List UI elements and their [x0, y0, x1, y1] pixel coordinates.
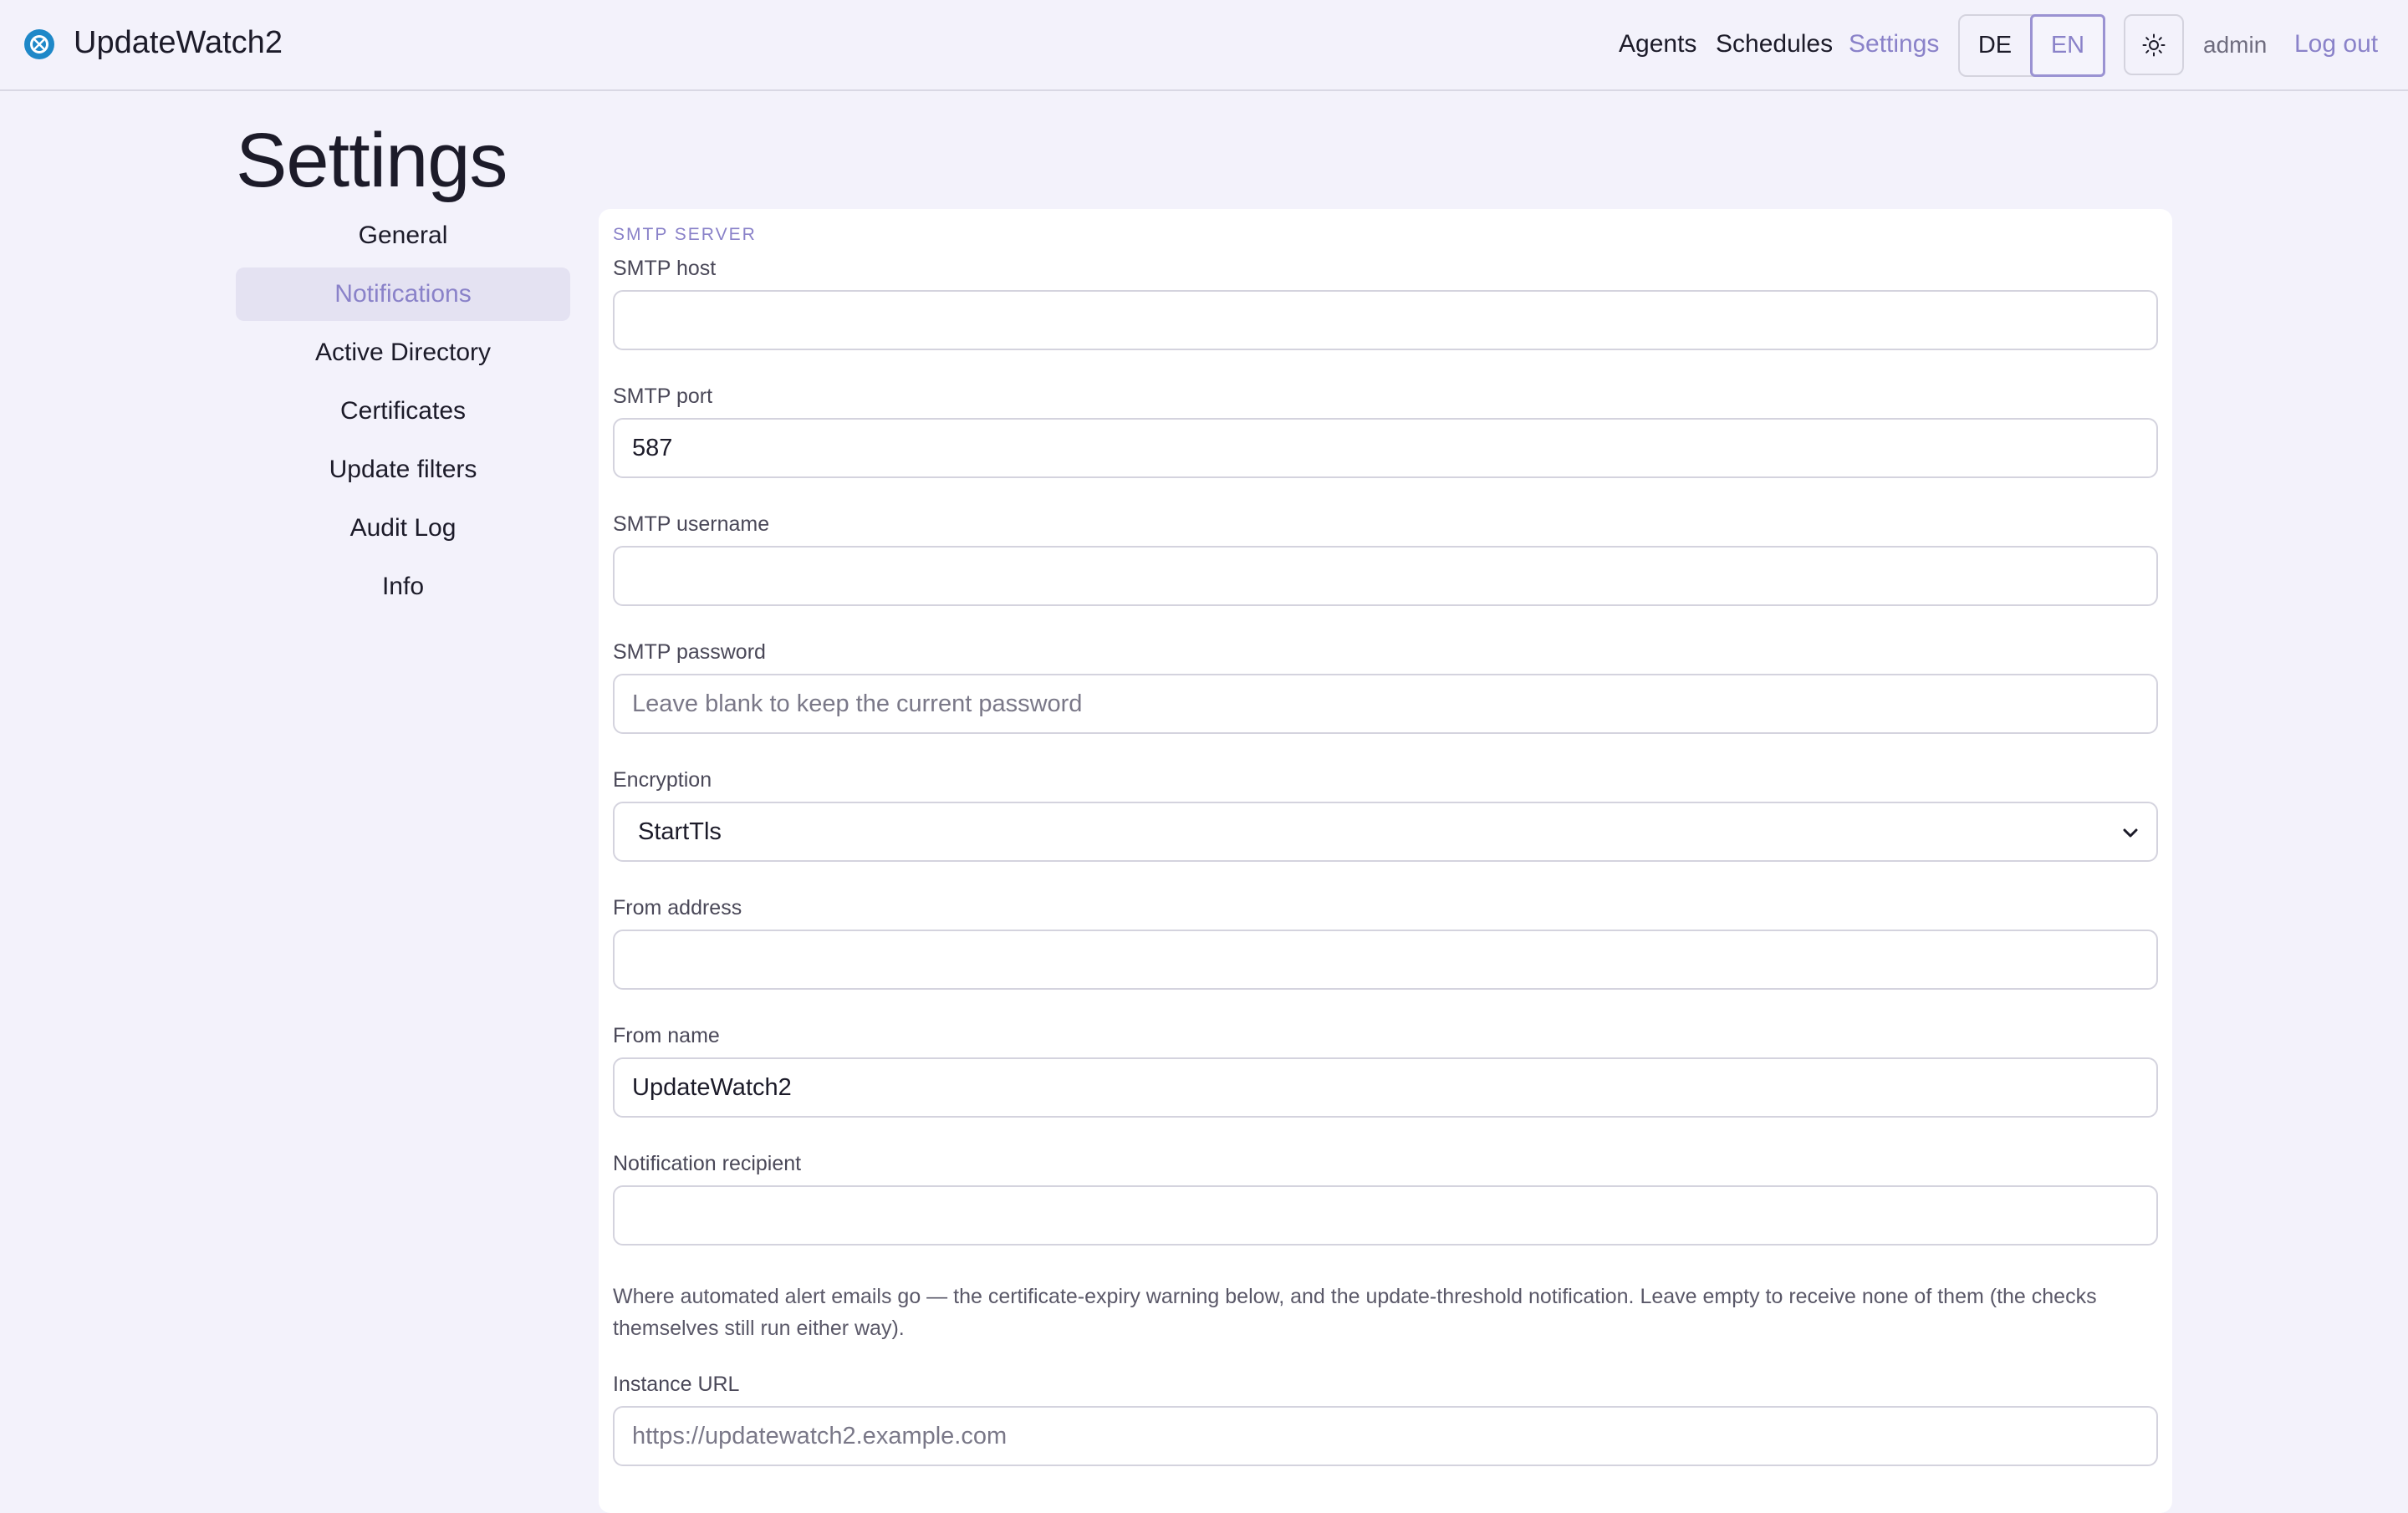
sun-icon: [2142, 33, 2166, 56]
from-address-input[interactable]: [613, 930, 2158, 990]
page-title: Settings: [236, 118, 508, 203]
smtp-host-label: SMTP host: [613, 257, 717, 280]
instance-url-group: Instance URL: [613, 1373, 2158, 1466]
instance-url-input[interactable]: [613, 1406, 2158, 1466]
from-address-label: From address: [613, 896, 742, 920]
smtp-username-input[interactable]: [613, 546, 2158, 606]
current-user: admin: [2203, 32, 2268, 58]
notification-recipient-help: Where automated alert emails go — the ce…: [613, 1285, 2097, 1340]
sidebar-item-general[interactable]: General: [236, 209, 570, 262]
nav-settings[interactable]: Settings: [1849, 30, 1939, 59]
instance-url-label: Instance URL: [613, 1373, 740, 1396]
section-heading: SMTP SERVER: [613, 225, 757, 244]
notification-recipient-input[interactable]: [613, 1185, 2158, 1246]
encryption-group: Encryption StartTls: [613, 768, 2158, 862]
language-en-button[interactable]: EN: [2030, 14, 2105, 77]
encryption-select-wrap: StartTls: [613, 802, 2158, 862]
theme-toggle-button[interactable]: [2124, 14, 2184, 75]
smtp-host-group: SMTP host: [613, 257, 2158, 350]
smtp-port-label: SMTP port: [613, 385, 713, 408]
from-name-label: From name: [613, 1024, 720, 1047]
nav-agents[interactable]: Agents: [1619, 30, 1696, 59]
logout-link[interactable]: Log out: [2294, 30, 2378, 59]
encryption-label: Encryption: [613, 768, 712, 792]
top-navbar: UpdateWatch2 Agents Schedules Settings D…: [0, 0, 2408, 91]
nav-schedules[interactable]: Schedules: [1716, 30, 1833, 59]
sidebar-item-audit-log[interactable]: Audit Log: [236, 502, 570, 555]
sidebar-item-certificates[interactable]: Certificates: [236, 385, 570, 438]
from-name-input[interactable]: [613, 1057, 2158, 1118]
smtp-password-label: SMTP password: [613, 640, 766, 664]
from-name-group: From name: [613, 1024, 2158, 1118]
sidebar-item-notifications[interactable]: Notifications: [236, 267, 570, 321]
sidebar-item-update-filters[interactable]: Update filters: [236, 443, 570, 497]
app-logo-icon[interactable]: [23, 28, 55, 60]
smtp-settings-card: SMTP SERVER SMTP host SMTP port SMTP use…: [599, 209, 2172, 1513]
app-title[interactable]: UpdateWatch2: [74, 25, 283, 61]
sidebar-item-info[interactable]: Info: [236, 560, 570, 614]
smtp-password-input[interactable]: [613, 674, 2158, 734]
smtp-username-label: SMTP username: [613, 512, 770, 536]
language-de-button[interactable]: DE: [1960, 16, 2030, 75]
smtp-port-group: SMTP port: [613, 385, 2158, 478]
notification-recipient-group: Notification recipient: [613, 1152, 2158, 1246]
smtp-password-group: SMTP password: [613, 640, 2158, 734]
smtp-host-input[interactable]: [613, 290, 2158, 350]
language-switcher: DE EN: [1958, 14, 2105, 77]
settings-sidebar: General Notifications Active Directory C…: [236, 209, 570, 619]
smtp-port-input[interactable]: [613, 418, 2158, 478]
sidebar-item-active-directory[interactable]: Active Directory: [236, 326, 570, 380]
notification-recipient-label: Notification recipient: [613, 1152, 802, 1175]
encryption-select[interactable]: StartTls: [613, 802, 2158, 862]
smtp-username-group: SMTP username: [613, 512, 2158, 606]
from-address-group: From address: [613, 896, 2158, 990]
